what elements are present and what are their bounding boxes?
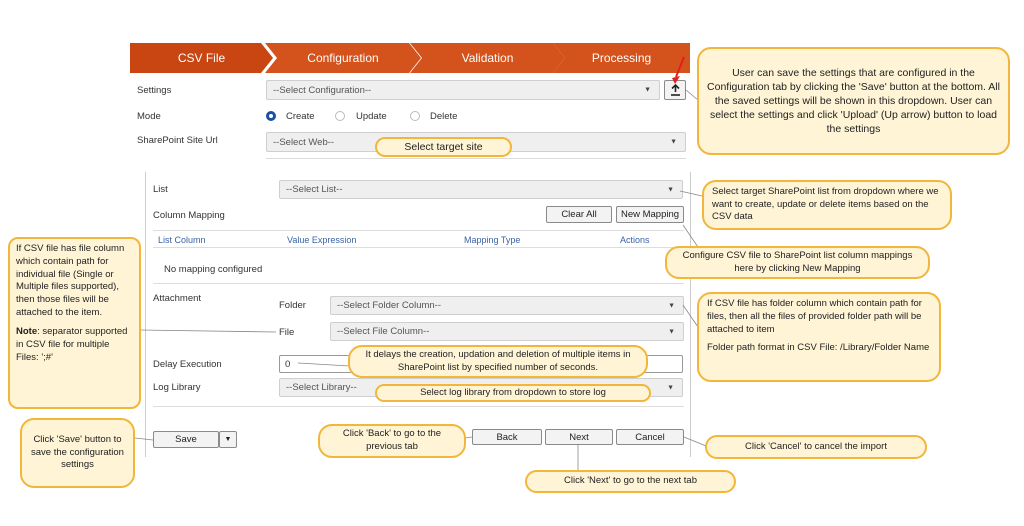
tab-csv-file-label: CSV File bbox=[177, 51, 226, 65]
tab-processing-label: Processing bbox=[591, 51, 652, 65]
upload-arrow-icon bbox=[670, 84, 680, 96]
callout-upload-settings: User can save the settings that are conf… bbox=[697, 47, 1010, 155]
callout-cancel-text: Click 'Cancel' to cancel the import bbox=[745, 440, 887, 452]
divider bbox=[153, 406, 684, 407]
panel-border-right bbox=[690, 172, 691, 457]
tab-csv-file[interactable]: CSV File bbox=[130, 43, 273, 73]
mapping-table-header bbox=[153, 230, 684, 248]
callout-save-text: Click 'Save' button to save the configur… bbox=[31, 433, 124, 471]
callout-folder-column-text: If CSV file has folder column which cont… bbox=[707, 298, 922, 335]
mode-delete-radio[interactable] bbox=[410, 111, 420, 121]
callout-file-column: If CSV file has file column which contai… bbox=[8, 237, 141, 409]
log-library-label: Log Library bbox=[153, 382, 201, 393]
callout-file-column-text: If CSV file has file column which contai… bbox=[16, 243, 125, 319]
mode-label: Mode bbox=[137, 111, 161, 122]
callout-column-mapping-text: Configure CSV file to SharePoint list co… bbox=[682, 249, 913, 274]
divider bbox=[266, 158, 686, 159]
mode-create-label: Create bbox=[286, 111, 315, 122]
callout-note-bold: Note bbox=[16, 325, 38, 337]
no-mapping-text: No mapping configured bbox=[164, 264, 263, 275]
connector bbox=[464, 436, 473, 439]
triangle-down-icon: ▼ bbox=[644, 86, 651, 94]
connector bbox=[679, 190, 703, 197]
settings-select[interactable]: --Select Configuration-- ▼ bbox=[266, 80, 660, 100]
panel-border-left bbox=[145, 172, 146, 457]
back-button[interactable]: Back bbox=[472, 429, 542, 445]
delay-input-value: 0 bbox=[285, 359, 291, 370]
callout-next-text: Click 'Next' to go to the next tab bbox=[564, 475, 697, 487]
save-options-button[interactable]: ▼ bbox=[219, 431, 237, 448]
callout-back-text: Click 'Back' to go to the previous tab bbox=[342, 428, 442, 452]
connector bbox=[683, 436, 707, 447]
triangle-down-icon: ▼ bbox=[668, 328, 675, 335]
callout-select-site: Select target site bbox=[375, 137, 512, 157]
mode-create-radio[interactable] bbox=[266, 111, 276, 121]
callout-upload-settings-text: User can save the settings that are conf… bbox=[707, 66, 1000, 136]
folder-label: Folder bbox=[279, 300, 306, 311]
settings-select-value: --Select Configuration-- bbox=[273, 84, 372, 96]
triangle-down-icon: ▼ bbox=[224, 436, 232, 443]
connector bbox=[134, 437, 154, 441]
callout-column-mapping: Configure CSV file to SharePoint list co… bbox=[665, 246, 930, 279]
site-url-label: SharePoint Site Url bbox=[137, 135, 218, 146]
connector bbox=[139, 329, 277, 333]
callout-select-site-text: Select target site bbox=[404, 140, 483, 153]
log-library-select-value: --Select Library-- bbox=[286, 382, 357, 393]
folder-select[interactable]: --Select Folder Column-- ▼ bbox=[330, 296, 684, 315]
delay-label: Delay Execution bbox=[153, 359, 222, 370]
callout-delay: It delays the creation, updation and del… bbox=[348, 345, 648, 378]
tab-validation[interactable]: Validation bbox=[410, 43, 565, 73]
triangle-down-icon: ▼ bbox=[667, 384, 674, 391]
divider bbox=[153, 283, 684, 284]
header-actions: Actions bbox=[620, 235, 650, 245]
file-select[interactable]: --Select File Column-- ▼ bbox=[330, 322, 684, 341]
tab-configuration-label: Configuration bbox=[307, 51, 379, 65]
callout-folder-format-text: Folder path format in CSV File: /Library… bbox=[707, 342, 930, 354]
mode-delete-label: Delete bbox=[430, 111, 458, 122]
column-mapping-label: Column Mapping bbox=[153, 210, 225, 221]
file-label: File bbox=[279, 327, 295, 338]
callout-save: Click 'Save' button to save the configur… bbox=[20, 418, 135, 488]
save-button[interactable]: Save bbox=[153, 431, 219, 448]
triangle-down-icon: ▼ bbox=[667, 186, 674, 193]
site-url-select-value: --Select Web-- bbox=[273, 136, 335, 148]
next-button[interactable]: Next bbox=[545, 429, 613, 445]
cancel-button[interactable]: Cancel bbox=[616, 429, 684, 445]
list-label: List bbox=[153, 184, 168, 195]
clear-all-button[interactable]: Clear All bbox=[546, 206, 612, 223]
callout-log-library: Select log library from dropdown to stor… bbox=[375, 384, 651, 402]
header-mapping-type: Mapping Type bbox=[464, 235, 521, 245]
mode-update-radio[interactable] bbox=[335, 111, 345, 121]
mode-update-label: Update bbox=[356, 111, 387, 122]
triangle-down-icon: ▼ bbox=[668, 302, 675, 309]
callout-back: Click 'Back' to go to the previous tab bbox=[318, 424, 466, 458]
callout-next: Click 'Next' to go to the next tab bbox=[525, 470, 736, 493]
header-value-expression: Value Expression bbox=[287, 235, 357, 245]
tab-configuration[interactable]: Configuration bbox=[265, 43, 421, 73]
new-mapping-button[interactable]: New Mapping bbox=[616, 206, 684, 223]
tab-validation-label: Validation bbox=[461, 51, 514, 65]
settings-label: Settings bbox=[137, 85, 172, 96]
callout-log-library-text: Select log library from dropdown to stor… bbox=[420, 386, 606, 398]
callout-cancel: Click 'Cancel' to cancel the import bbox=[705, 435, 927, 459]
callout-note-separator: Note: separator supported in CSV file fo… bbox=[16, 326, 133, 364]
upload-button[interactable] bbox=[664, 80, 686, 100]
callout-delay-text: It delays the creation, updation and del… bbox=[365, 348, 631, 373]
callout-folder-column: If CSV file has folder column which cont… bbox=[697, 292, 941, 382]
tab-processing[interactable]: Processing bbox=[553, 43, 690, 73]
folder-select-value: --Select Folder Column-- bbox=[337, 300, 441, 311]
triangle-down-icon: ▼ bbox=[670, 138, 677, 146]
list-select-value: --Select List-- bbox=[286, 184, 343, 195]
callout-select-list-text: Select target SharePoint list from dropd… bbox=[712, 185, 939, 223]
attachment-label: Attachment bbox=[153, 293, 202, 304]
header-list-column: List Column bbox=[158, 235, 206, 245]
file-select-value: --Select File Column-- bbox=[337, 326, 430, 337]
list-select[interactable]: --Select List-- ▼ bbox=[279, 180, 683, 199]
callout-select-list: Select target SharePoint list from dropd… bbox=[702, 180, 952, 230]
